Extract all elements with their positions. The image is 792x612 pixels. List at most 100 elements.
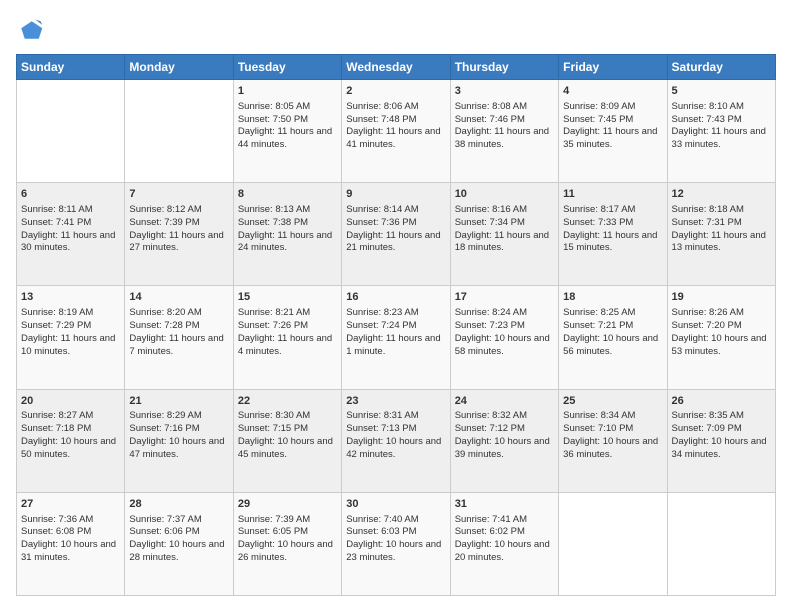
day-info: Daylight: 11 hours and 38 minutes.: [455, 126, 554, 152]
day-number: 17: [455, 290, 554, 305]
calendar-cell: 8Sunrise: 8:13 AMSunset: 7:38 PMDaylight…: [233, 183, 341, 286]
day-info: Sunset: 6:02 PM: [455, 526, 554, 539]
calendar-cell: 19Sunrise: 8:26 AMSunset: 7:20 PMDayligh…: [667, 286, 775, 389]
day-info: Sunset: 7:13 PM: [346, 423, 445, 436]
calendar-week-row: 13Sunrise: 8:19 AMSunset: 7:29 PMDayligh…: [17, 286, 776, 389]
calendar-cell: 11Sunrise: 8:17 AMSunset: 7:33 PMDayligh…: [559, 183, 667, 286]
calendar-cell: 31Sunrise: 7:41 AMSunset: 6:02 PMDayligh…: [450, 492, 558, 595]
day-info: Sunset: 7:34 PM: [455, 217, 554, 230]
day-number: 8: [238, 187, 337, 202]
calendar-cell: 23Sunrise: 8:31 AMSunset: 7:13 PMDayligh…: [342, 389, 450, 492]
day-number: 14: [129, 290, 228, 305]
day-info: Daylight: 10 hours and 42 minutes.: [346, 436, 445, 462]
calendar-body: 1Sunrise: 8:05 AMSunset: 7:50 PMDaylight…: [17, 80, 776, 596]
day-info: Daylight: 10 hours and 50 minutes.: [21, 436, 120, 462]
calendar-cell: [667, 492, 775, 595]
calendar-cell: 5 Sunrise: 8:10 AMSunset: 7:43 PMDaylight…: [667, 80, 775, 183]
day-info: Sunrise: 7:41 AM: [455, 514, 554, 527]
day-info: Sunset: 7:36 PM: [346, 217, 445, 230]
day-info: Sunset: 6:03 PM: [346, 526, 445, 539]
day-info: Daylight: 11 hours and 1 minute.: [346, 333, 445, 359]
calendar-cell: 9Sunrise: 8:14 AMSunset: 7:36 PMDaylight…: [342, 183, 450, 286]
day-info: Daylight: 10 hours and 58 minutes.: [455, 333, 554, 359]
day-info: Sunset: 7:48 PM: [346, 114, 445, 127]
day-info: Daylight: 11 hours and 30 minutes.: [21, 230, 120, 256]
day-info: Daylight: 10 hours and 47 minutes.: [129, 436, 228, 462]
calendar-cell: 18Sunrise: 8:25 AMSunset: 7:21 PMDayligh…: [559, 286, 667, 389]
day-info: Sunrise: 7:39 AM: [238, 514, 337, 527]
day-info: Sunset: 7:26 PM: [238, 320, 337, 333]
day-info: Sunrise: 8:27 AM: [21, 410, 120, 423]
calendar-cell: 21Sunrise: 8:29 AMSunset: 7:16 PMDayligh…: [125, 389, 233, 492]
calendar-header: SundayMondayTuesdayWednesdayThursdayFrid…: [17, 55, 776, 80]
calendar-table: SundayMondayTuesdayWednesdayThursdayFrid…: [16, 54, 776, 596]
day-number: 24: [455, 394, 554, 409]
weekday-header: Sunday: [17, 55, 125, 80]
day-info: Sunrise: 8:16 AM: [455, 204, 554, 217]
day-number: 11: [563, 187, 662, 202]
calendar-cell: 20Sunrise: 8:27 AMSunset: 7:18 PMDayligh…: [17, 389, 125, 492]
day-info: Daylight: 11 hours and 4 minutes.: [238, 333, 337, 359]
day-number: 15: [238, 290, 337, 305]
calendar-week-row: 20Sunrise: 8:27 AMSunset: 7:18 PMDayligh…: [17, 389, 776, 492]
day-info: Sunrise: 8:31 AM: [346, 410, 445, 423]
day-info: Sunset: 7:38 PM: [238, 217, 337, 230]
calendar-cell: 22Sunrise: 8:30 AMSunset: 7:15 PMDayligh…: [233, 389, 341, 492]
day-info: Sunrise: 8:08 AM: [455, 101, 554, 114]
day-info: Daylight: 11 hours and 33 minutes.: [672, 126, 771, 152]
day-number: 30: [346, 497, 445, 512]
day-info: Daylight: 11 hours and 44 minutes.: [238, 126, 337, 152]
day-info: Sunrise: 8:29 AM: [129, 410, 228, 423]
day-number: 25: [563, 394, 662, 409]
weekday-header: Wednesday: [342, 55, 450, 80]
day-number: 13: [21, 290, 120, 305]
day-info: Sunset: 7:41 PM: [21, 217, 120, 230]
day-info: Daylight: 10 hours and 45 minutes.: [238, 436, 337, 462]
day-info: Daylight: 10 hours and 28 minutes.: [129, 539, 228, 565]
day-info: Sunset: 7:29 PM: [21, 320, 120, 333]
day-info: Daylight: 11 hours and 10 minutes.: [21, 333, 120, 359]
weekday-header: Saturday: [667, 55, 775, 80]
day-info: Sunrise: 8:06 AM: [346, 101, 445, 114]
day-number: 19: [672, 290, 771, 305]
day-info: Daylight: 10 hours and 31 minutes.: [21, 539, 120, 565]
day-number: 28: [129, 497, 228, 512]
day-info: Daylight: 10 hours and 26 minutes.: [238, 539, 337, 565]
day-info: Sunrise: 8:11 AM: [21, 204, 120, 217]
day-info: Sunrise: 8:05 AM: [238, 101, 337, 114]
day-number: 1: [238, 84, 337, 99]
day-info: Sunset: 7:43 PM: [672, 114, 771, 127]
day-info: Sunrise: 7:37 AM: [129, 514, 228, 527]
calendar-week-row: 1Sunrise: 8:05 AMSunset: 7:50 PMDaylight…: [17, 80, 776, 183]
day-info: Sunset: 7:16 PM: [129, 423, 228, 436]
day-info: Sunset: 7:18 PM: [21, 423, 120, 436]
weekday-header: Tuesday: [233, 55, 341, 80]
day-info: Daylight: 11 hours and 7 minutes.: [129, 333, 228, 359]
calendar-cell: [125, 80, 233, 183]
day-number: 12: [672, 187, 771, 202]
calendar-cell: 3Sunrise: 8:08 AMSunset: 7:46 PMDaylight…: [450, 80, 558, 183]
day-number: 23: [346, 394, 445, 409]
day-info: Sunrise: 8:17 AM: [563, 204, 662, 217]
day-number: 5: [672, 84, 771, 99]
calendar-cell: 6Sunrise: 8:11 AMSunset: 7:41 PMDaylight…: [17, 183, 125, 286]
day-info: Sunrise: 8:13 AM: [238, 204, 337, 217]
day-info: Sunset: 7:24 PM: [346, 320, 445, 333]
day-number: 7: [129, 187, 228, 202]
weekday-header: Thursday: [450, 55, 558, 80]
day-info: Sunrise: 8:12 AM: [129, 204, 228, 217]
day-info: Sunrise: 8:25 AM: [563, 307, 662, 320]
day-info: Daylight: 10 hours and 20 minutes.: [455, 539, 554, 565]
day-info: Sunrise: 8:14 AM: [346, 204, 445, 217]
day-info: Daylight: 10 hours and 39 minutes.: [455, 436, 554, 462]
day-info: Sunrise: 8:10 AM: [672, 101, 771, 114]
day-number: 27: [21, 497, 120, 512]
day-info: Sunset: 6:08 PM: [21, 526, 120, 539]
day-info: Sunrise: 8:19 AM: [21, 307, 120, 320]
day-info: Daylight: 10 hours and 23 minutes.: [346, 539, 445, 565]
calendar-cell: 2Sunrise: 8:06 AMSunset: 7:48 PMDaylight…: [342, 80, 450, 183]
day-info: Sunset: 7:20 PM: [672, 320, 771, 333]
day-info: Sunset: 6:06 PM: [129, 526, 228, 539]
day-number: 16: [346, 290, 445, 305]
calendar-cell: 13 Sunrise: 8:19 AMSunset: 7:29 PMDayligh…: [17, 286, 125, 389]
